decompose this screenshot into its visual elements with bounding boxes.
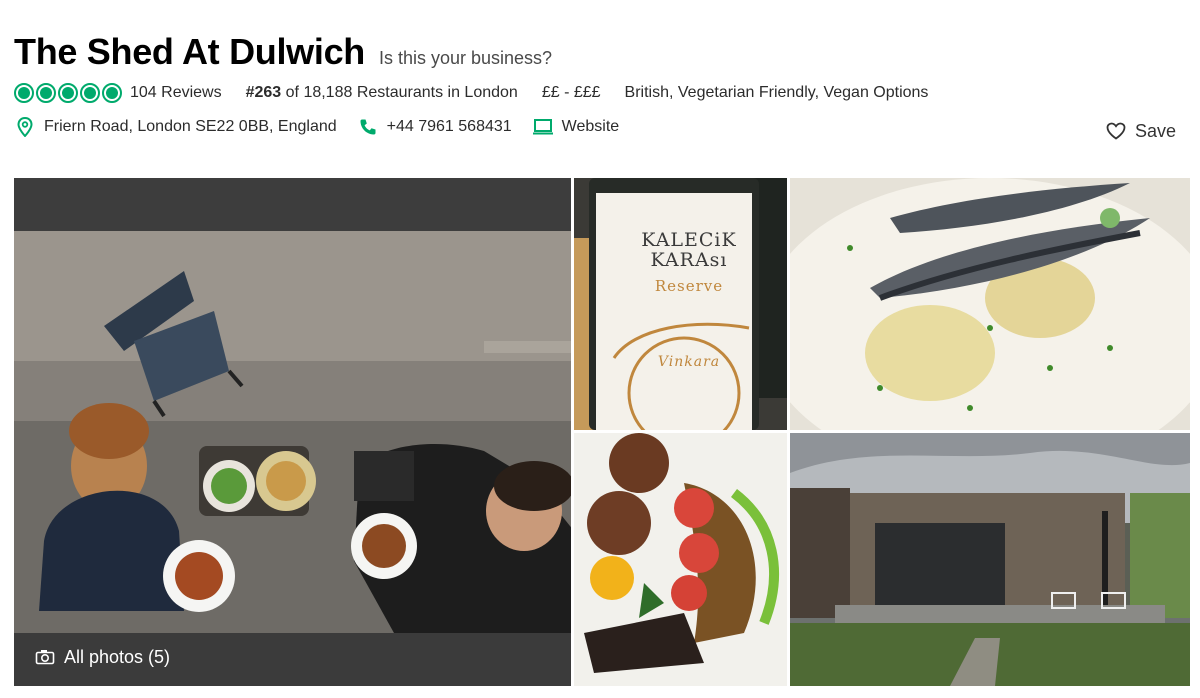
rating-bubble-icon	[36, 83, 56, 103]
photo-meatballs-dish[interactable]	[574, 433, 787, 686]
address-text: Friern Road, London SE22 0BB, England	[44, 118, 337, 135]
heart-icon	[1105, 120, 1127, 142]
wine-label-line2: KARAsı	[650, 249, 728, 271]
ranking[interactable]: #263 of 18,188 Restaurants in London	[246, 84, 518, 102]
photo-two-men-eating	[14, 231, 571, 633]
wine-label-text: KALECiK KARAsı Reserve Vinkara	[634, 230, 744, 372]
restaurant-name: The Shed At Dulwich	[14, 31, 365, 72]
laptop-icon	[532, 116, 554, 138]
save-label: Save	[1134, 120, 1176, 141]
all-photos-bar[interactable]: All photos (5)	[14, 633, 571, 686]
phone-number: +44 7961 568431	[386, 118, 512, 135]
rating-bubble-icon	[102, 83, 122, 103]
price-range: ££ - £££	[541, 84, 601, 101]
title-row: The Shed At Dulwich Is this your busines…	[14, 30, 1180, 74]
photo-gallery: All photos (5) KALECiK KARAsı Reserve Vi…	[14, 178, 1190, 686]
reviews-count-link[interactable]: 104 Reviews	[130, 84, 222, 102]
phone-item[interactable]: +44 7961 568431	[357, 116, 512, 138]
all-photos-label: All photos (5)	[64, 646, 171, 667]
wine-label-line1: KALECiK	[641, 229, 737, 251]
camera-icon	[34, 646, 56, 668]
main-photo[interactable]: All photos (5)	[14, 178, 571, 686]
address-item[interactable]: Friern Road, London SE22 0BB, England	[14, 116, 337, 138]
rank-number: #263	[245, 84, 282, 101]
save-button[interactable]: Save	[1105, 120, 1176, 142]
wine-label-line3: Reserve	[654, 277, 724, 295]
website-link: Website	[561, 118, 620, 135]
website-item[interactable]: Website	[532, 116, 620, 138]
photo-shed-exterior[interactable]	[790, 433, 1190, 686]
rating-bubble-icon	[14, 83, 34, 103]
rank-text: of 18,188 Restaurants in London	[281, 84, 518, 101]
phone-icon	[357, 116, 379, 138]
photo-top-band	[14, 178, 571, 231]
claim-business-link[interactable]: Is this your business?	[379, 48, 552, 69]
map-pin-icon	[14, 116, 36, 138]
photo-wine-bottle[interactable]: KALECiK KARAsı Reserve Vinkara	[574, 178, 787, 430]
restaurant-header: The Shed At Dulwich Is this your busines…	[14, 30, 1180, 142]
cuisine-tags[interactable]: British, Vegetarian Friendly, Vegan Opti…	[625, 84, 929, 102]
photo-fish-dish[interactable]	[790, 178, 1190, 430]
wine-label-brand: Vinkara	[657, 354, 721, 370]
rating-bubbles[interactable]	[14, 83, 122, 103]
info-row: Friern Road, London SE22 0BB, England +4…	[14, 112, 1180, 142]
rating-bubble-icon	[58, 83, 78, 103]
all-photos-button[interactable]: All photos (5)	[34, 646, 170, 668]
meta-row: 104 Reviews #263 of 18,188 Restaurants i…	[14, 78, 1180, 108]
rating-bubble-icon	[80, 83, 100, 103]
